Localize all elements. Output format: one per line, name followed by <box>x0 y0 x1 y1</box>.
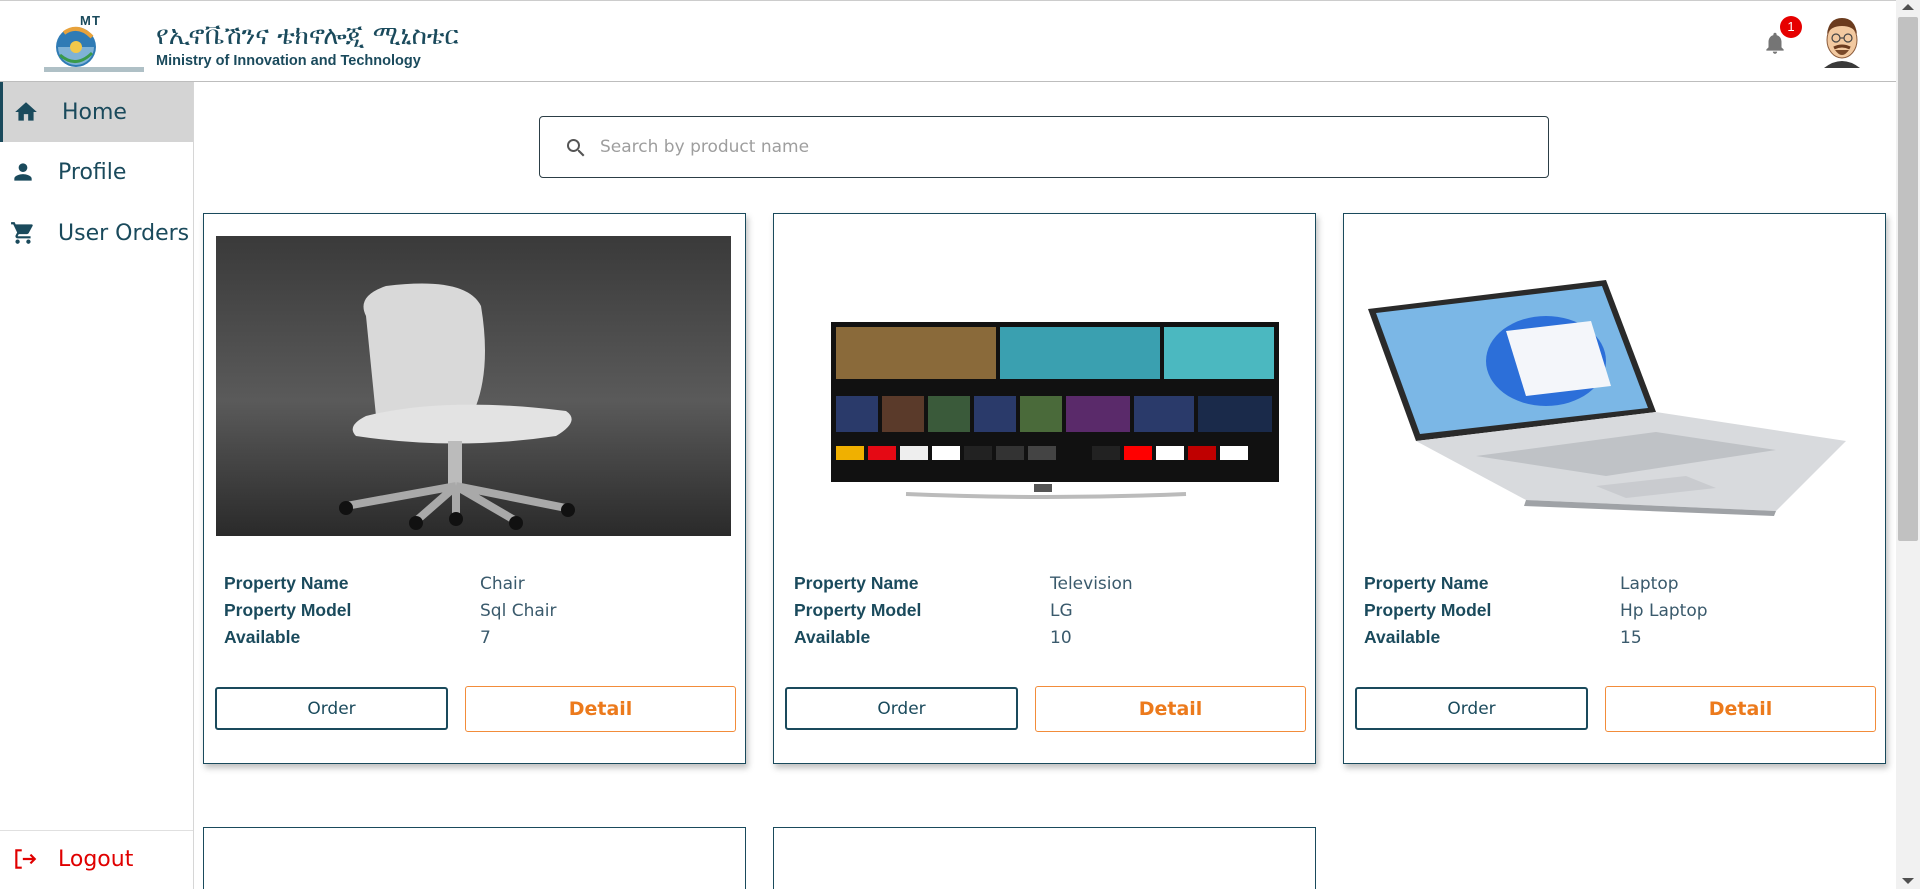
property-row: Property Name Chair <box>224 570 724 597</box>
sidebar-item-user-orders[interactable]: User Orders <box>0 203 193 263</box>
laptop-photo <box>1356 236 1871 536</box>
logout-divider <box>0 830 193 831</box>
product-properties: Property Name Television Property Model … <box>794 570 1294 651</box>
logout-button[interactable]: Logout <box>0 834 193 884</box>
product-properties: Property Name Chair Property Model Sql C… <box>224 570 724 651</box>
sidebar-item-home[interactable]: Home <box>0 82 193 142</box>
property-value: Sql Chair <box>480 600 557 621</box>
property-key: Property Name <box>224 573 349 593</box>
home-icon <box>15 102 37 121</box>
property-key: Property Model <box>794 600 922 620</box>
property-row: Property Model Hp Laptop <box>1364 597 1864 624</box>
property-row: Available 10 <box>794 624 1294 651</box>
order-button[interactable]: Order <box>785 687 1018 730</box>
property-row: Property Name Television <box>794 570 1294 597</box>
sidebar-item-profile[interactable]: Profile <box>0 142 193 202</box>
product-card-partial <box>773 827 1316 889</box>
property-value: Laptop <box>1620 573 1679 594</box>
product-card-partial <box>203 827 746 889</box>
property-key: Property Model <box>224 600 352 620</box>
property-row: Property Model LG <box>794 597 1294 624</box>
property-value: 7 <box>480 627 491 648</box>
property-key: Property Model <box>1364 600 1492 620</box>
svg-text:M: M <box>80 13 91 28</box>
order-button[interactable]: Order <box>1355 687 1588 730</box>
brand-title-amharic: የኢኖቬሽንና ቴክኖሎጂ ሚኒስቴር <box>156 21 459 51</box>
search-icon <box>567 139 585 157</box>
detail-button[interactable]: Detail <box>465 686 736 732</box>
property-value: LG <box>1050 600 1073 621</box>
property-value: 15 <box>1620 627 1642 648</box>
brand-title-english: Ministry of Innovation and Technology <box>156 53 421 69</box>
product-card: Property Name Laptop Property Model Hp L… <box>1343 213 1886 764</box>
property-key: Property Name <box>1364 573 1489 593</box>
product-card: Property Name Chair Property Model Sql C… <box>203 213 746 764</box>
sidebar: Home Profile User Orders Logout <box>0 82 194 889</box>
property-value: Chair <box>480 573 525 594</box>
user-avatar[interactable] <box>1818 14 1866 68</box>
property-row: Property Name Laptop <box>1364 570 1864 597</box>
brand-block: የኢኖቬሽንና ቴክኖሎጂ ሚኒስቴር Ministry of Innovati… <box>156 19 459 69</box>
scroll-down-arrow-icon[interactable] <box>1902 878 1914 884</box>
television-photo <box>786 236 1301 536</box>
property-row: Property Model Sql Chair <box>224 597 724 624</box>
logout-icon <box>15 849 37 869</box>
sidebar-item-label: Profile <box>58 159 127 185</box>
product-card: Property Name Television Property Model … <box>773 213 1316 764</box>
property-value: Television <box>1050 573 1133 594</box>
property-key: Property Name <box>794 573 919 593</box>
person-icon <box>14 163 32 181</box>
sidebar-item-label: Home <box>62 99 127 125</box>
search-box[interactable] <box>539 116 1549 178</box>
scrollbar-thumb[interactable] <box>1898 17 1918 541</box>
product-properties: Property Name Laptop Property Model Hp L… <box>1364 570 1864 651</box>
notification-count-badge: 1 <box>1780 16 1802 38</box>
ministry-logo: M T <box>44 13 144 72</box>
order-button[interactable]: Order <box>215 687 448 730</box>
detail-button[interactable]: Detail <box>1035 686 1306 732</box>
logout-label: Logout <box>58 846 134 872</box>
property-key: Available <box>794 627 871 647</box>
property-value: Hp Laptop <box>1620 600 1708 621</box>
cart-icon <box>11 222 33 244</box>
property-row: Available 7 <box>224 624 724 651</box>
property-row: Available 15 <box>1364 624 1864 651</box>
chair-photo <box>216 236 731 536</box>
property-key: Available <box>1364 627 1441 647</box>
property-key: Available <box>224 627 301 647</box>
detail-button[interactable]: Detail <box>1605 686 1876 732</box>
property-value: 10 <box>1050 627 1072 648</box>
search-input[interactable] <box>600 129 1500 165</box>
sidebar-item-label: User Orders <box>58 220 190 246</box>
top-header: M T የኢኖቬሽንና ቴክኖሎጂ ሚኒስቴር Ministry of Inno… <box>0 0 1896 82</box>
svg-text:T: T <box>92 13 100 28</box>
scroll-up-arrow-icon[interactable] <box>1902 4 1914 10</box>
